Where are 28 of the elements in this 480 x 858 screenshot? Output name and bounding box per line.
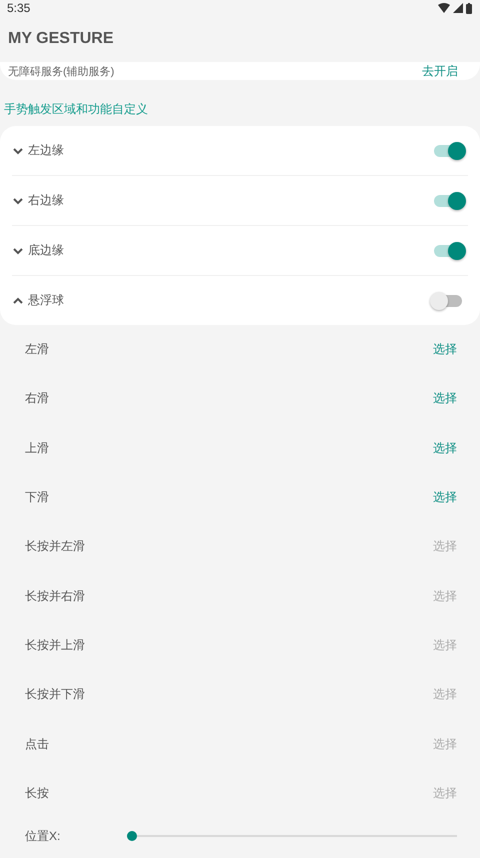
choose-button[interactable]: 选择 bbox=[433, 489, 457, 506]
gesture-label: 长按 bbox=[25, 784, 49, 802]
slider-label: 位置X: bbox=[25, 828, 62, 845]
choose-button[interactable]: 选择 bbox=[433, 341, 457, 358]
app-title: MY GESTURE bbox=[8, 30, 114, 48]
edge-label: 悬浮球 bbox=[28, 292, 65, 309]
gesture-label: 点击 bbox=[25, 736, 49, 753]
gesture-label: 左滑 bbox=[25, 341, 49, 358]
gesture-label: 长按并下滑 bbox=[25, 686, 85, 704]
section-title: 手势触发区域和功能自定义 bbox=[3, 101, 149, 118]
gesture-label: 长按并左滑 bbox=[25, 538, 85, 556]
gesture-label: 长按并右滑 bbox=[25, 588, 85, 605]
service-label: 无障碍服务(辅助服务) bbox=[8, 64, 114, 78]
gesture-label: 右滑 bbox=[25, 390, 49, 408]
battery-icon bbox=[466, 2, 472, 14]
signal-icon bbox=[453, 3, 463, 13]
edge-label: 右边缘 bbox=[28, 192, 65, 209]
choose-button[interactable]: 选择 bbox=[433, 390, 457, 408]
status-time: 5:35 bbox=[7, 1, 30, 15]
gesture-label: 上滑 bbox=[25, 440, 49, 457]
gesture-label: 长按并上滑 bbox=[25, 636, 85, 654]
edge-label: 底边缘 bbox=[28, 242, 65, 259]
gesture-label: 下滑 bbox=[25, 489, 49, 506]
edge-label: 左边缘 bbox=[28, 142, 65, 159]
enable-link[interactable]: 去开启 bbox=[422, 62, 458, 80]
slider-thumb[interactable] bbox=[127, 831, 137, 842]
wifi-icon bbox=[438, 3, 450, 13]
choose-button[interactable]: 选择 bbox=[433, 440, 457, 457]
